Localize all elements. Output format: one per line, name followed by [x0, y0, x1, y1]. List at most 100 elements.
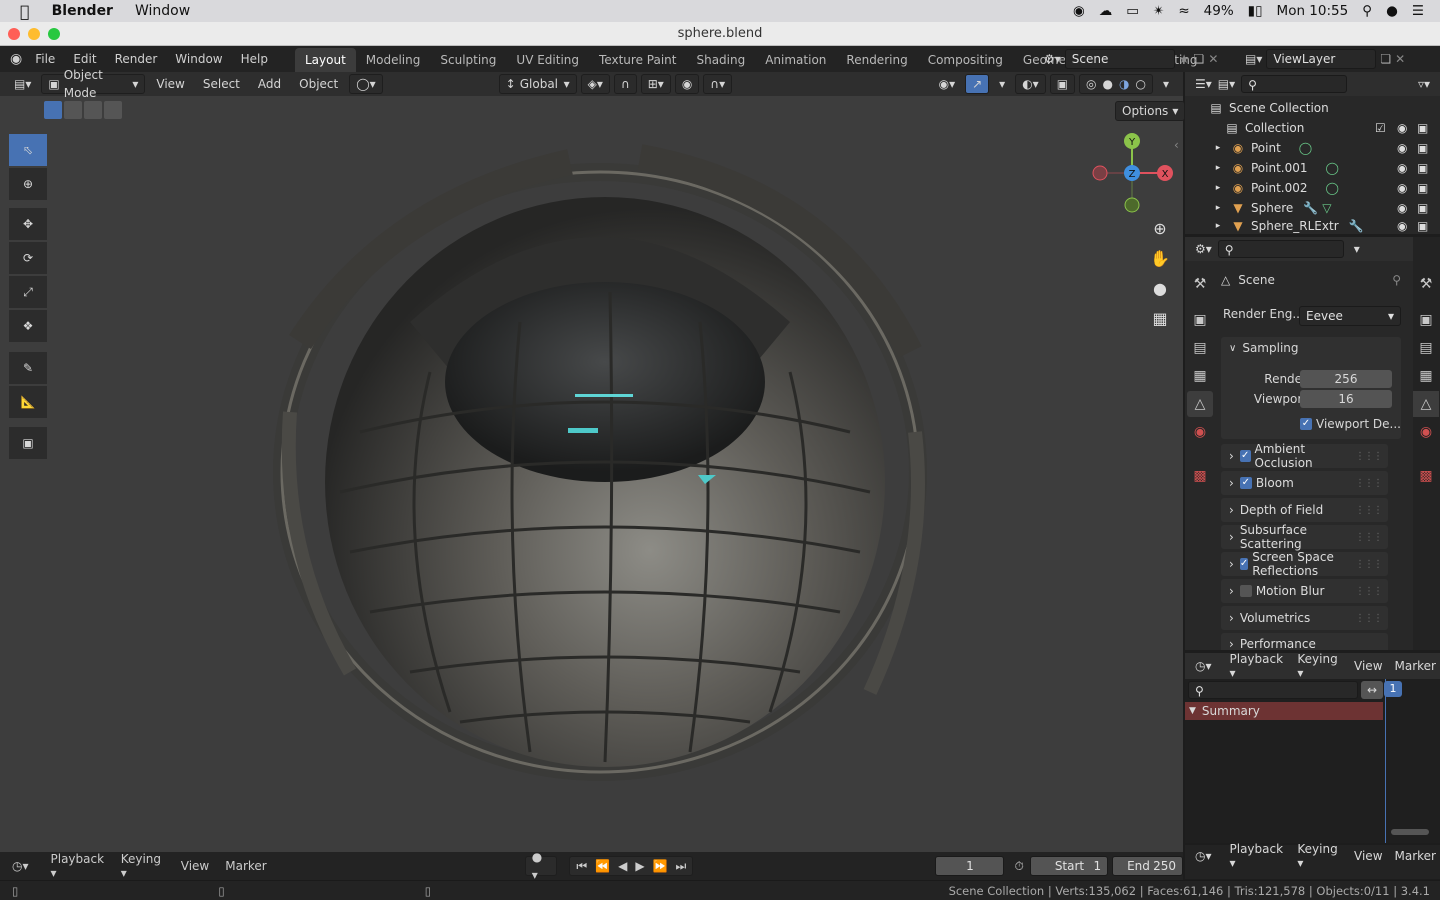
volumetrics-panel[interactable]: › Volumetrics ⋮⋮⋮	[1221, 606, 1388, 630]
sampling-header[interactable]: ∨ Sampling	[1229, 341, 1299, 355]
summary-row[interactable]: ▼ Summary	[1185, 702, 1383, 720]
expand-arrow-icon[interactable]: ▸	[1211, 203, 1225, 213]
gizmo-toggle-button[interactable]: ↗	[965, 74, 990, 94]
move-tool[interactable]: ✥	[9, 208, 47, 240]
sidebar-toggle-icon[interactable]: ‹	[1174, 138, 1179, 152]
menu-help[interactable]: Help	[232, 46, 277, 72]
eye-icon[interactable]: ◉	[1397, 161, 1407, 175]
tab-shading[interactable]: Shading	[686, 48, 755, 72]
spotlight-icon[interactable]: ⚲	[1362, 3, 1372, 19]
exclude-checkbox[interactable]: ☑	[1375, 121, 1386, 135]
shading-options-button[interactable]: ▾	[1157, 74, 1175, 94]
bloom-panel[interactable]: › ✓ Bloom ⋮⋮⋮	[1221, 471, 1388, 495]
clock[interactable]: Mon 10:55	[1277, 3, 1349, 19]
transform-orientation-dropdown[interactable]: ↕ Global ▾	[498, 74, 577, 94]
timeline-menu-keying[interactable]: Keying ▾	[1291, 842, 1346, 870]
select-subtract-icon[interactable]	[84, 101, 102, 119]
outliner-collection[interactable]: ▤ Collection ☑ ◉ ▣	[1185, 118, 1440, 138]
play-reverse-icon[interactable]: ◀	[618, 857, 627, 875]
camera-view-button[interactable]: ●	[1146, 274, 1174, 302]
current-frame-field[interactable]: 1	[935, 856, 1005, 876]
camera-render-icon[interactable]: ▣	[1417, 121, 1428, 135]
screen-space-reflections-panel[interactable]: › ✓ Screen Space Reflections ⋮⋮⋮	[1221, 550, 1388, 578]
solid-shading-icon[interactable]: ●	[1103, 75, 1113, 93]
proportional-edit-button[interactable]: ◉	[674, 74, 700, 94]
cloud-icon[interactable]: ☁	[1099, 3, 1113, 19]
dope-menu-view[interactable]: View	[1348, 659, 1388, 673]
outliner-item-sphere-rlextr[interactable]: ▸ ▼ Sphere_RLExtr 🔧 ◉ ▣	[1185, 218, 1440, 234]
camera-render-icon[interactable]: ▣	[1417, 161, 1428, 175]
bloom-checkbox[interactable]: ✓	[1239, 477, 1252, 489]
pan-view-button[interactable]: ✋	[1146, 244, 1174, 272]
jump-keyframe-back-icon[interactable]: ⏪	[595, 857, 610, 875]
object-mode-dropdown[interactable]: ▣ Object Mode ▾	[41, 68, 146, 100]
select-box-tool[interactable]: ⬁	[9, 134, 47, 166]
depth-of-field-panel[interactable]: › Depth of Field ⋮⋮⋮	[1221, 498, 1388, 522]
close-window-button[interactable]	[8, 28, 20, 40]
drag-handle-icon[interactable]: ⋮⋮⋮	[1355, 613, 1383, 624]
viewport-menu-object[interactable]: Object	[292, 77, 345, 91]
pin-icon[interactable]: ⚲	[1392, 273, 1401, 287]
output-properties-tab-2[interactable]: ▤	[1413, 335, 1439, 361]
outliner-item-point-001[interactable]: ▸ ◉ Point.001 ◯ ◉ ▣	[1185, 158, 1440, 178]
airplay-icon[interactable]: ▭	[1126, 3, 1139, 19]
select-intersect-icon[interactable]	[104, 101, 122, 119]
timeline-menu-playback[interactable]: Playback ▾	[1224, 842, 1290, 870]
xray-toggle-button[interactable]: ▣	[1049, 74, 1076, 94]
siri-icon[interactable]: ●	[1386, 3, 1398, 19]
dope-sheet-editor-icon[interactable]: ◷▾	[1195, 659, 1212, 673]
minimize-window-button[interactable]	[28, 28, 40, 40]
dope-menu-playback[interactable]: Playback ▾	[1224, 652, 1290, 680]
tab-compositing[interactable]: Compositing	[918, 48, 1013, 72]
tab-rendering[interactable]: Rendering	[836, 48, 917, 72]
timeline-playback-menu[interactable]: Playback ▾	[45, 852, 115, 880]
wifi-icon[interactable]: ≈	[1178, 3, 1189, 19]
menu-window[interactable]: Window	[166, 46, 231, 72]
ambient-occlusion-panel[interactable]: › ✓ Ambient Occlusion ⋮⋮⋮	[1221, 442, 1388, 470]
delete-view-layer-icon[interactable]: ✕	[1395, 52, 1405, 66]
world-properties-tab[interactable]: ◉	[1187, 419, 1213, 445]
stopwatch-icon[interactable]: ⏱	[1014, 859, 1023, 874]
texture-properties-tab[interactable]: ▩	[1187, 463, 1213, 489]
view-layer-icon[interactable]: ▤▾	[1245, 52, 1262, 66]
eye-icon[interactable]: ◉	[1397, 219, 1407, 233]
pivot-point-button[interactable]: ◈▾	[580, 74, 610, 94]
gizmo-neg-x-axis[interactable]	[1092, 165, 1108, 181]
view-layer-field[interactable]: ViewLayer	[1266, 49, 1377, 69]
rendered-shading-icon[interactable]: ○	[1135, 75, 1145, 93]
overlay-toggle-button[interactable]: ◐▾	[1015, 74, 1046, 94]
bluetooth-icon[interactable]: ✴	[1153, 3, 1164, 19]
display-mode-icon[interactable]: ▤▾	[1218, 77, 1235, 91]
camera-render-icon[interactable]: ▣	[1417, 201, 1428, 215]
creative-cloud-icon[interactable]: ◉	[1073, 3, 1085, 19]
timeline-marker-menu[interactable]: Marker	[217, 859, 274, 873]
render-samples-field[interactable]: 256	[1300, 370, 1392, 388]
measure-tool[interactable]: 📐	[9, 386, 47, 418]
filter-icon[interactable]: ▿▾	[1418, 77, 1430, 91]
playhead-frame[interactable]: 1	[1384, 681, 1402, 697]
viewport-menu-select[interactable]: Select	[196, 77, 247, 91]
output-properties-tab[interactable]: ▤	[1187, 335, 1213, 361]
jump-start-icon[interactable]: ⏮	[576, 857, 587, 875]
app-menu[interactable]: Blender	[52, 3, 113, 19]
eye-icon[interactable]: ◉	[1397, 201, 1407, 215]
viewport-menu-add[interactable]: Add	[251, 77, 288, 91]
outliner-scene-collection[interactable]: ▤ Scene Collection	[1185, 98, 1440, 118]
proportional-falloff-button[interactable]: ∩▾	[703, 74, 733, 94]
snap-toggle-button[interactable]: ∩	[613, 74, 637, 94]
gizmo-neg-y-axis[interactable]	[1124, 197, 1140, 213]
expand-arrow-icon[interactable]: ▸	[1211, 163, 1225, 173]
scene-properties-tab-2[interactable]: △	[1413, 391, 1439, 417]
outliner-item-sphere[interactable]: ▸ ▼ Sphere 🔧 ▽ ◉ ▣	[1185, 198, 1440, 218]
render-engine-dropdown[interactable]: Eevee ▾	[1299, 306, 1401, 326]
scene-name-field[interactable]: Scene	[1064, 49, 1175, 69]
drag-handle-icon[interactable]: ⋮⋮⋮	[1355, 532, 1383, 543]
properties-search-input[interactable]: ⚲	[1217, 240, 1344, 258]
drag-handle-icon[interactable]: ⋮⋮⋮	[1355, 586, 1383, 597]
dope-menu-keying[interactable]: Keying ▾	[1291, 652, 1346, 680]
viewport-denoise-checkbox[interactable]: ✓ Viewport De...	[1300, 417, 1401, 431]
timeline-keying-menu[interactable]: Keying ▾	[115, 852, 173, 880]
properties-options-icon[interactable]: ▾	[1354, 242, 1360, 256]
drag-handle-icon[interactable]: ⋮⋮⋮	[1355, 559, 1383, 570]
apple-icon[interactable]: 	[20, 2, 30, 21]
